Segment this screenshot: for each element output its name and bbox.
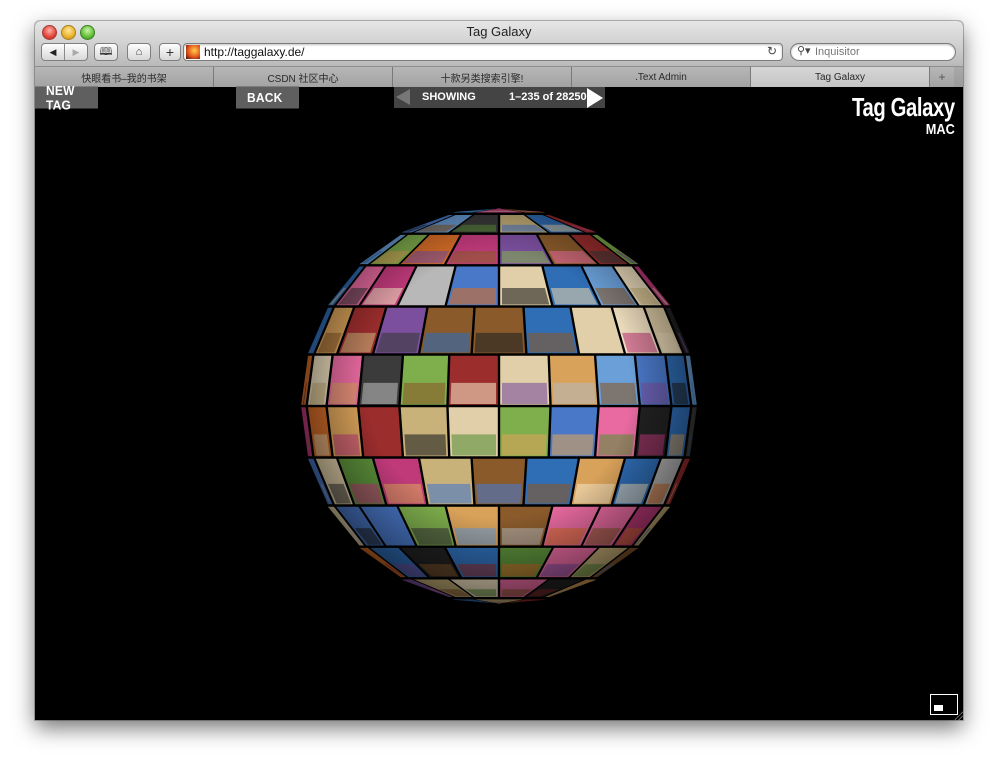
title-bar: Tag Galaxy ◀ ▶ 🕮 ⌂ + http://taggalaxy.de… (35, 21, 963, 67)
tab-csdn[interactable]: CSDN 社区中心 (214, 67, 393, 87)
tab-tag-galaxy[interactable]: Tag Galaxy (751, 67, 930, 87)
search-icon[interactable]: ⚲▾ (797, 44, 811, 57)
results-pager: SHOWING 1–235 of 282507 (394, 87, 605, 108)
tab-bar: 快眼看书–我的书架 CSDN 社区中心 十款另类搜索引擎! .Text Admi… (35, 67, 963, 88)
browser-window: Tag Galaxy ◀ ▶ 🕮 ⌂ + http://taggalaxy.de… (35, 21, 963, 720)
resize-grip-icon[interactable] (953, 710, 963, 720)
tab-search-engines[interactable]: 十款另类搜索引擎! (393, 67, 572, 87)
url-text[interactable]: http://taggalaxy.de/ (204, 45, 305, 59)
home-icon[interactable]: ⌂ (127, 43, 151, 61)
showing-label: SHOWING (422, 91, 476, 103)
search-field[interactable]: ⚲▾ (790, 43, 956, 61)
brand-title: Tag Galaxy (852, 92, 955, 122)
site-favicon-icon (186, 45, 200, 59)
window-title: Tag Galaxy (466, 24, 532, 39)
new-tab-icon[interactable]: + (930, 67, 954, 87)
photo-sphere[interactable] (297, 204, 701, 608)
prev-page-arrow-icon[interactable] (396, 89, 410, 105)
page-content: NEW TAG BACK SHOWING 1–235 of 282507 Tag… (35, 83, 963, 720)
new-tag-button[interactable]: NEW TAG (35, 83, 98, 112)
add-bookmark-icon[interactable]: + (159, 43, 181, 61)
next-page-arrow-icon[interactable] (587, 88, 603, 108)
back-button[interactable]: BACK (236, 86, 299, 109)
current-tag: MAC (925, 121, 955, 138)
bookmarks-book-icon[interactable]: 🕮 (94, 43, 118, 61)
sphere-shade (300, 207, 698, 605)
forward-arrow-icon[interactable]: ▶ (65, 44, 87, 60)
tab-text-admin[interactable]: .Text Admin (572, 67, 751, 87)
search-input[interactable] (815, 45, 950, 59)
back-arrow-icon[interactable]: ◀ (42, 44, 65, 60)
history-nav: ◀ ▶ (41, 43, 88, 61)
showing-count: 1–235 of 282507 (509, 91, 593, 103)
address-bar[interactable]: http://taggalaxy.de/ ↻ (183, 43, 783, 61)
reload-icon[interactable]: ↻ (767, 44, 777, 58)
brand-logo: Tag Galaxy MAC (823, 93, 955, 138)
